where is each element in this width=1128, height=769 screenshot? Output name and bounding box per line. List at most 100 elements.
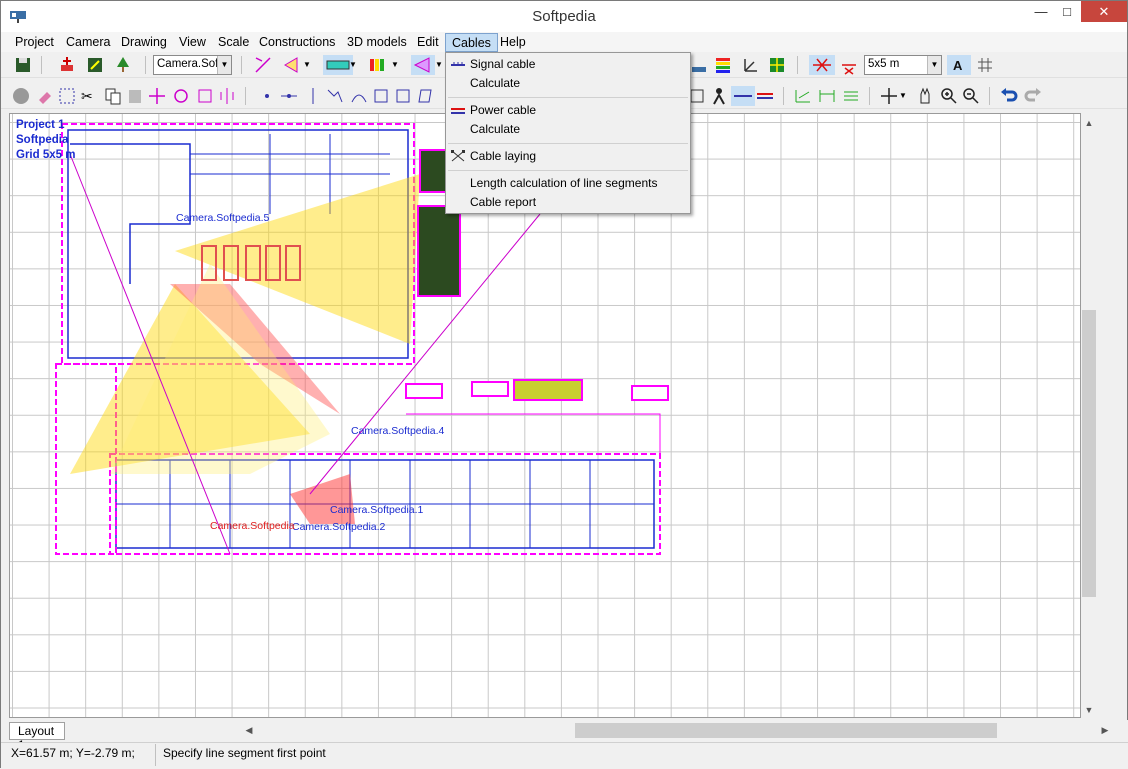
camera-view-icon[interactable] xyxy=(281,55,301,75)
zoom-out-icon[interactable] xyxy=(961,86,981,106)
menu-scale[interactable]: Scale xyxy=(212,33,255,52)
menu-signal-cable[interactable]: Signal cable xyxy=(470,55,535,74)
menu-cables[interactable]: Cables xyxy=(445,33,498,52)
save-icon[interactable] xyxy=(13,55,33,75)
line-tool-icon[interactable] xyxy=(253,55,273,75)
menu-cable-report[interactable]: Cable report xyxy=(470,193,536,212)
chevron-down-icon[interactable]: ▼ xyxy=(303,55,323,75)
point-icon[interactable] xyxy=(257,86,277,106)
app-window: Softpedia — □ ✕ Project Camera Drawing V… xyxy=(0,0,1128,769)
rotate-icon[interactable] xyxy=(171,86,191,106)
status-hint: Specify line segment first point xyxy=(163,746,326,760)
menu-cable-laying[interactable]: Cable laying xyxy=(470,147,536,166)
vertical-scroll-thumb[interactable] xyxy=(1082,310,1096,597)
cable-tool-icon[interactable] xyxy=(731,86,755,106)
layout-bar: Layout 1 ◀ ▶ xyxy=(1,720,1128,752)
3d-view-icon[interactable] xyxy=(741,55,761,75)
menu-bar: Project Camera Drawing View Scale Constr… xyxy=(1,32,1127,52)
dimension-icon[interactable] xyxy=(793,86,813,106)
menu-drawing[interactable]: Drawing xyxy=(115,33,173,52)
svg-text:A: A xyxy=(953,58,963,73)
zoom-in-icon[interactable] xyxy=(939,86,959,106)
level-icon[interactable] xyxy=(841,86,861,106)
copy-icon[interactable] xyxy=(103,86,123,106)
paste-icon[interactable] xyxy=(125,86,145,106)
camera-label[interactable]: Camera.Softpedia xyxy=(210,520,295,532)
menu-calculate-power[interactable]: Calculate xyxy=(470,120,520,139)
camera-label[interactable]: Camera.Softpedia.4 xyxy=(351,425,444,437)
undo-icon[interactable] xyxy=(999,86,1019,106)
close-button[interactable]: ✕ xyxy=(1081,1,1127,22)
menu-constructions[interactable]: Constructions xyxy=(253,33,341,52)
tab-layout-1[interactable]: Layout 1 xyxy=(9,722,65,752)
menu-help[interactable]: Help xyxy=(494,33,532,52)
menu-power-cable[interactable]: Power cable xyxy=(470,101,536,120)
scale-icon[interactable] xyxy=(195,86,215,106)
scroll-down-icon[interactable]: ▼ xyxy=(1081,702,1097,718)
rectangle-icon[interactable] xyxy=(393,86,413,106)
menu-edit[interactable]: Edit xyxy=(411,33,445,52)
cut-icon[interactable]: ✂ xyxy=(81,86,101,106)
chevron-down-icon: ▼ xyxy=(217,56,231,74)
maximize-button[interactable]: □ xyxy=(1053,1,1081,22)
polyline-icon[interactable] xyxy=(325,86,345,106)
stop-icon[interactable] xyxy=(11,86,31,106)
chevron-down-icon[interactable]: ▼ xyxy=(349,55,369,75)
window-title: Softpedia xyxy=(532,8,596,25)
view-zone-icon[interactable] xyxy=(411,55,435,75)
delete-line-icon[interactable] xyxy=(809,55,835,75)
eraser-icon[interactable] xyxy=(35,86,55,106)
pan-icon[interactable] xyxy=(915,86,935,106)
menu-camera[interactable]: Camera xyxy=(60,33,116,52)
scroll-left-icon[interactable]: ◀ xyxy=(241,722,257,738)
title-bar: Softpedia — □ ✕ xyxy=(1,1,1127,32)
camera-label[interactable]: Camera.Softpedia.1 xyxy=(330,504,423,516)
tree-icon[interactable] xyxy=(113,55,133,75)
cable-laying-icon xyxy=(451,150,465,162)
chevron-down-icon[interactable]: ▼ xyxy=(391,55,411,75)
scroll-up-icon[interactable]: ▲ xyxy=(1081,115,1097,131)
segment-icon[interactable] xyxy=(279,86,299,106)
redo-icon[interactable] xyxy=(1023,86,1043,106)
curve-icon[interactable] xyxy=(349,86,369,106)
power-line-icon[interactable] xyxy=(755,86,775,106)
status-coordinates: X=61.57 m; Y=-2.79 m; xyxy=(11,746,135,760)
menu-calculate-signal[interactable]: Calculate xyxy=(470,74,520,93)
grid-size-select[interactable]: 5x5 m ▼ xyxy=(864,55,942,75)
vertical-line-icon[interactable] xyxy=(303,86,323,106)
project-grid: Grid 5x5 m xyxy=(16,149,76,161)
project-company: Softpedia xyxy=(16,134,69,146)
project-name: Project 1 xyxy=(16,119,65,131)
camera-label[interactable]: Camera.Softpedia.2 xyxy=(292,521,385,533)
menu-3d-models[interactable]: 3D models xyxy=(341,33,413,52)
crosshair-icon[interactable] xyxy=(879,86,899,106)
green-grid-icon[interactable] xyxy=(767,55,787,75)
grid-toggle-icon[interactable] xyxy=(975,55,995,75)
minimize-button[interactable]: — xyxy=(1027,1,1055,22)
camera-select[interactable]: Camera.Softp ▼ xyxy=(153,55,232,75)
camera-label[interactable]: Camera.Softpedia.5 xyxy=(176,212,269,224)
node-icon[interactable] xyxy=(371,86,391,106)
remove-icon[interactable] xyxy=(839,55,859,75)
status-bar: X=61.57 m; Y=-2.79 m; Specify line segme… xyxy=(1,742,1128,769)
move-icon[interactable] xyxy=(147,86,167,106)
horizontal-scroll-thumb[interactable] xyxy=(575,723,997,738)
person-icon[interactable] xyxy=(709,86,729,106)
menu-project[interactable]: Project xyxy=(9,33,60,52)
menu-length-calculation[interactable]: Length calculation of line segments xyxy=(470,174,657,193)
parallelogram-icon[interactable] xyxy=(415,86,435,106)
select-icon[interactable] xyxy=(57,86,77,106)
menu-view[interactable]: View xyxy=(173,33,212,52)
add-layer-icon[interactable] xyxy=(57,55,77,75)
palette-icon[interactable] xyxy=(689,55,709,75)
color-icon[interactable] xyxy=(367,55,387,75)
text-tool-icon[interactable]: A xyxy=(947,55,971,75)
signal-cable-icon xyxy=(451,62,465,66)
scroll-right-icon[interactable]: ▶ xyxy=(1097,722,1113,738)
mirror-icon[interactable] xyxy=(217,86,237,106)
export-icon[interactable] xyxy=(85,55,105,75)
horizontal-scrollbar[interactable]: ◀ ▶ xyxy=(241,722,1113,739)
measure-icon[interactable] xyxy=(817,86,837,106)
vertical-scrollbar[interactable]: ▲ ▼ xyxy=(1081,113,1097,718)
gradient-icon[interactable] xyxy=(713,55,733,75)
